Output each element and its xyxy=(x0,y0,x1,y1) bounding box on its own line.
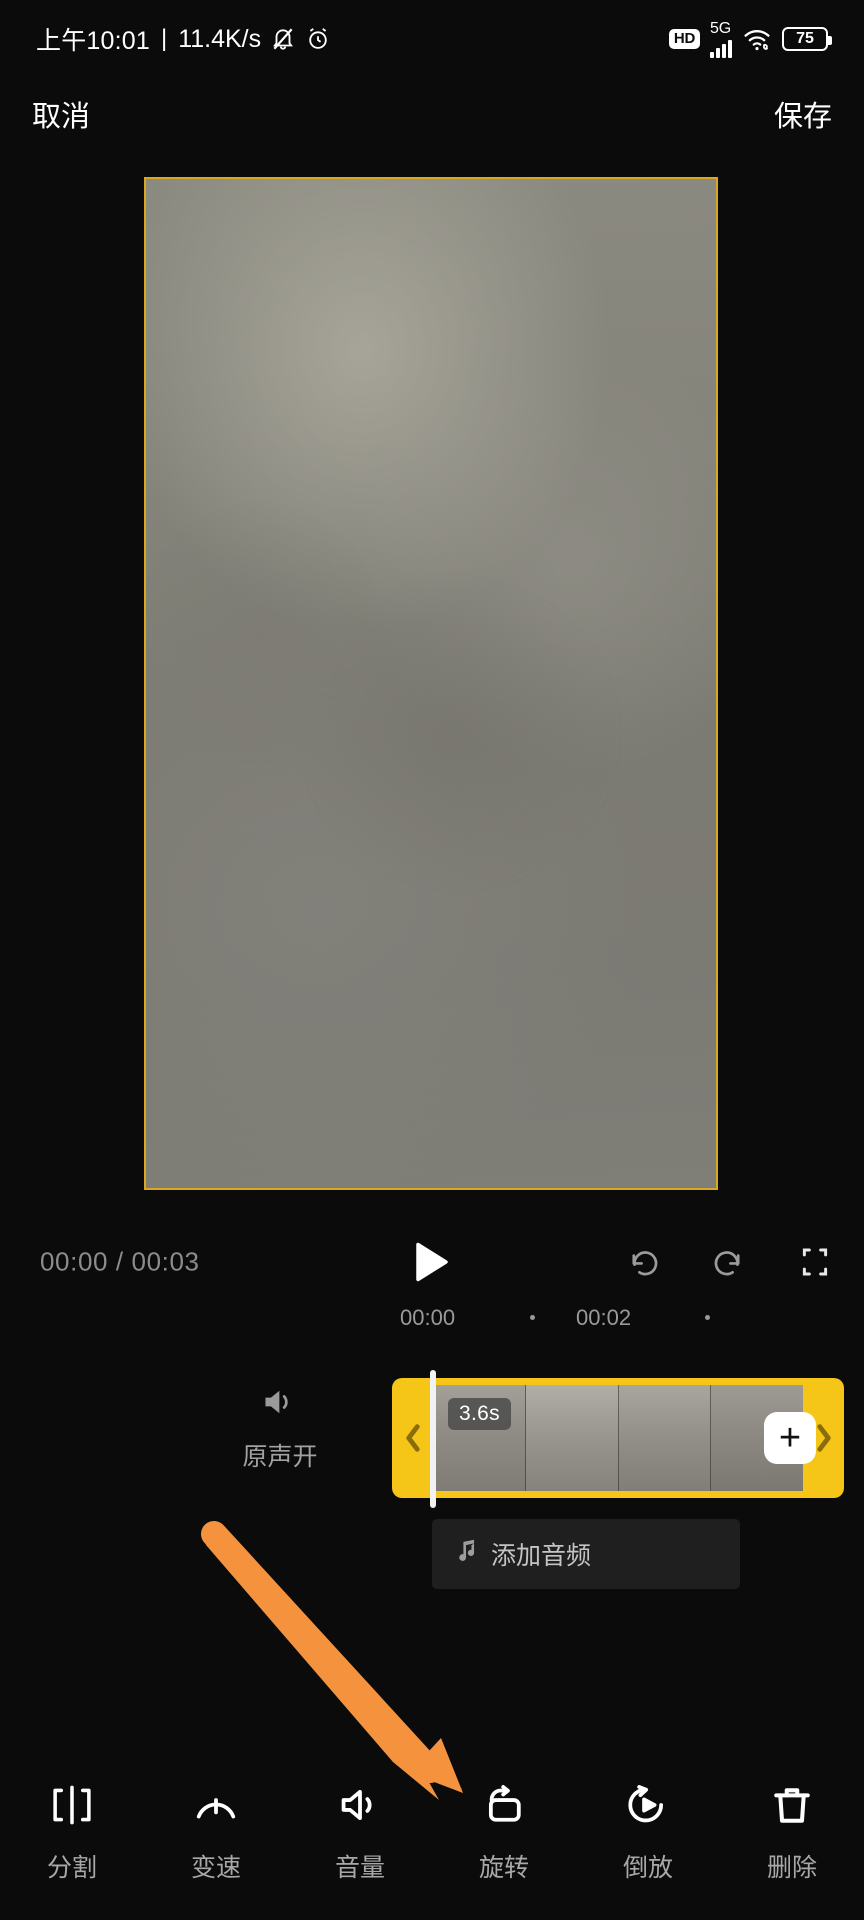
tool-rotate[interactable]: 旋转 xyxy=(432,1782,576,1884)
save-button[interactable]: 保存 xyxy=(770,87,836,141)
music-note-icon xyxy=(454,1539,478,1570)
tool-delete[interactable]: 删除 xyxy=(720,1782,864,1884)
network-type-label: 5G xyxy=(710,19,731,37)
redo-icon[interactable] xyxy=(710,1243,748,1281)
tool-volume[interactable]: 音量 xyxy=(288,1782,432,1884)
preview-area xyxy=(0,150,864,1210)
tool-label: 倒放 xyxy=(622,1854,673,1882)
volume-icon xyxy=(337,1782,383,1828)
add-clip-button[interactable]: + xyxy=(764,1412,816,1464)
ruler-ticks: 00:00 00:02 xyxy=(0,1297,864,1339)
tool-speed[interactable]: 变速 xyxy=(144,1782,288,1884)
status-divider: | xyxy=(160,25,168,52)
clip-thumbnail xyxy=(618,1385,712,1491)
fullscreen-icon[interactable] xyxy=(796,1243,834,1281)
bell-muted-icon xyxy=(270,26,296,52)
timeline-ruler: 00:00 00:02 xyxy=(0,1297,864,1339)
status-bar-left: 上午10:01 | 11.4K/s xyxy=(36,21,331,57)
plus-icon: + xyxy=(778,1416,802,1459)
ruler-tick-label: 00:00 xyxy=(400,1305,456,1330)
ruler-tick-dot xyxy=(705,1315,710,1320)
original-audio-label: 原声开 xyxy=(242,1443,318,1471)
tool-label: 变速 xyxy=(190,1854,241,1882)
bottom-toolbar: 分割 变速 音量 旋转 倒放 删除 xyxy=(0,1760,864,1920)
rotate-icon xyxy=(481,1782,527,1828)
playback-controls: 00:00 / 00:03 xyxy=(0,1233,864,1291)
tool-label: 旋转 xyxy=(478,1854,529,1882)
tool-label: 删除 xyxy=(766,1854,817,1882)
clip-duration-badge: 3.6s xyxy=(448,1398,511,1430)
video-editor-screen: 上午10:01 | 11.4K/s HD 5G 75 取消 保存 00:00 /… xyxy=(0,0,864,1920)
hd-badge: HD xyxy=(668,28,700,50)
battery-indicator: 75 xyxy=(782,27,832,51)
status-bar: 上午10:01 | 11.4K/s HD 5G 75 xyxy=(0,0,864,78)
editor-control-icons xyxy=(624,1243,834,1281)
video-preview[interactable] xyxy=(144,177,718,1190)
tool-label: 分割 xyxy=(46,1854,97,1882)
tool-reverse[interactable]: 倒放 xyxy=(576,1782,720,1884)
speaker-on-icon xyxy=(259,1384,301,1425)
alarm-clock-icon xyxy=(305,26,331,52)
clip-thumbnail xyxy=(525,1385,619,1491)
network-speed: 11.4K/s xyxy=(178,24,262,53)
top-action-bar: 取消 保存 xyxy=(0,78,864,150)
status-bar-right: HD 5G 75 xyxy=(668,19,832,58)
trash-icon xyxy=(769,1782,815,1828)
preview-frame-content xyxy=(146,179,716,1188)
clip-trim-handle-left[interactable] xyxy=(392,1378,433,1498)
add-audio-label: 添加音频 xyxy=(491,1542,592,1570)
original-audio-toggle[interactable]: 原声开 xyxy=(200,1384,360,1473)
speed-gauge-icon xyxy=(193,1782,239,1828)
tool-label: 音量 xyxy=(334,1854,385,1882)
timecode-display: 00:00 / 00:03 xyxy=(40,1246,200,1277)
chevron-left-icon xyxy=(405,1424,420,1452)
reverse-play-icon xyxy=(625,1782,671,1828)
timeline-playhead[interactable] xyxy=(430,1370,436,1508)
signal-bars xyxy=(710,38,732,58)
undo-icon[interactable] xyxy=(624,1243,662,1281)
ruler-tick-label: 00:02 xyxy=(576,1305,632,1330)
battery-level: 75 xyxy=(796,30,814,47)
cancel-button[interactable]: 取消 xyxy=(28,87,94,141)
ruler-tick-dot xyxy=(530,1315,535,1320)
tool-split[interactable]: 分割 xyxy=(0,1782,144,1884)
video-clip[interactable]: 3.6s + xyxy=(392,1378,844,1498)
wifi-icon xyxy=(742,27,772,51)
play-icon xyxy=(416,1242,448,1282)
add-audio-track[interactable]: 添加音频 xyxy=(432,1519,740,1589)
status-clock: 上午10:01 xyxy=(36,27,150,55)
signal-bars-icon: 5G xyxy=(710,19,732,58)
play-button[interactable] xyxy=(410,1242,454,1282)
split-icon xyxy=(49,1782,95,1828)
